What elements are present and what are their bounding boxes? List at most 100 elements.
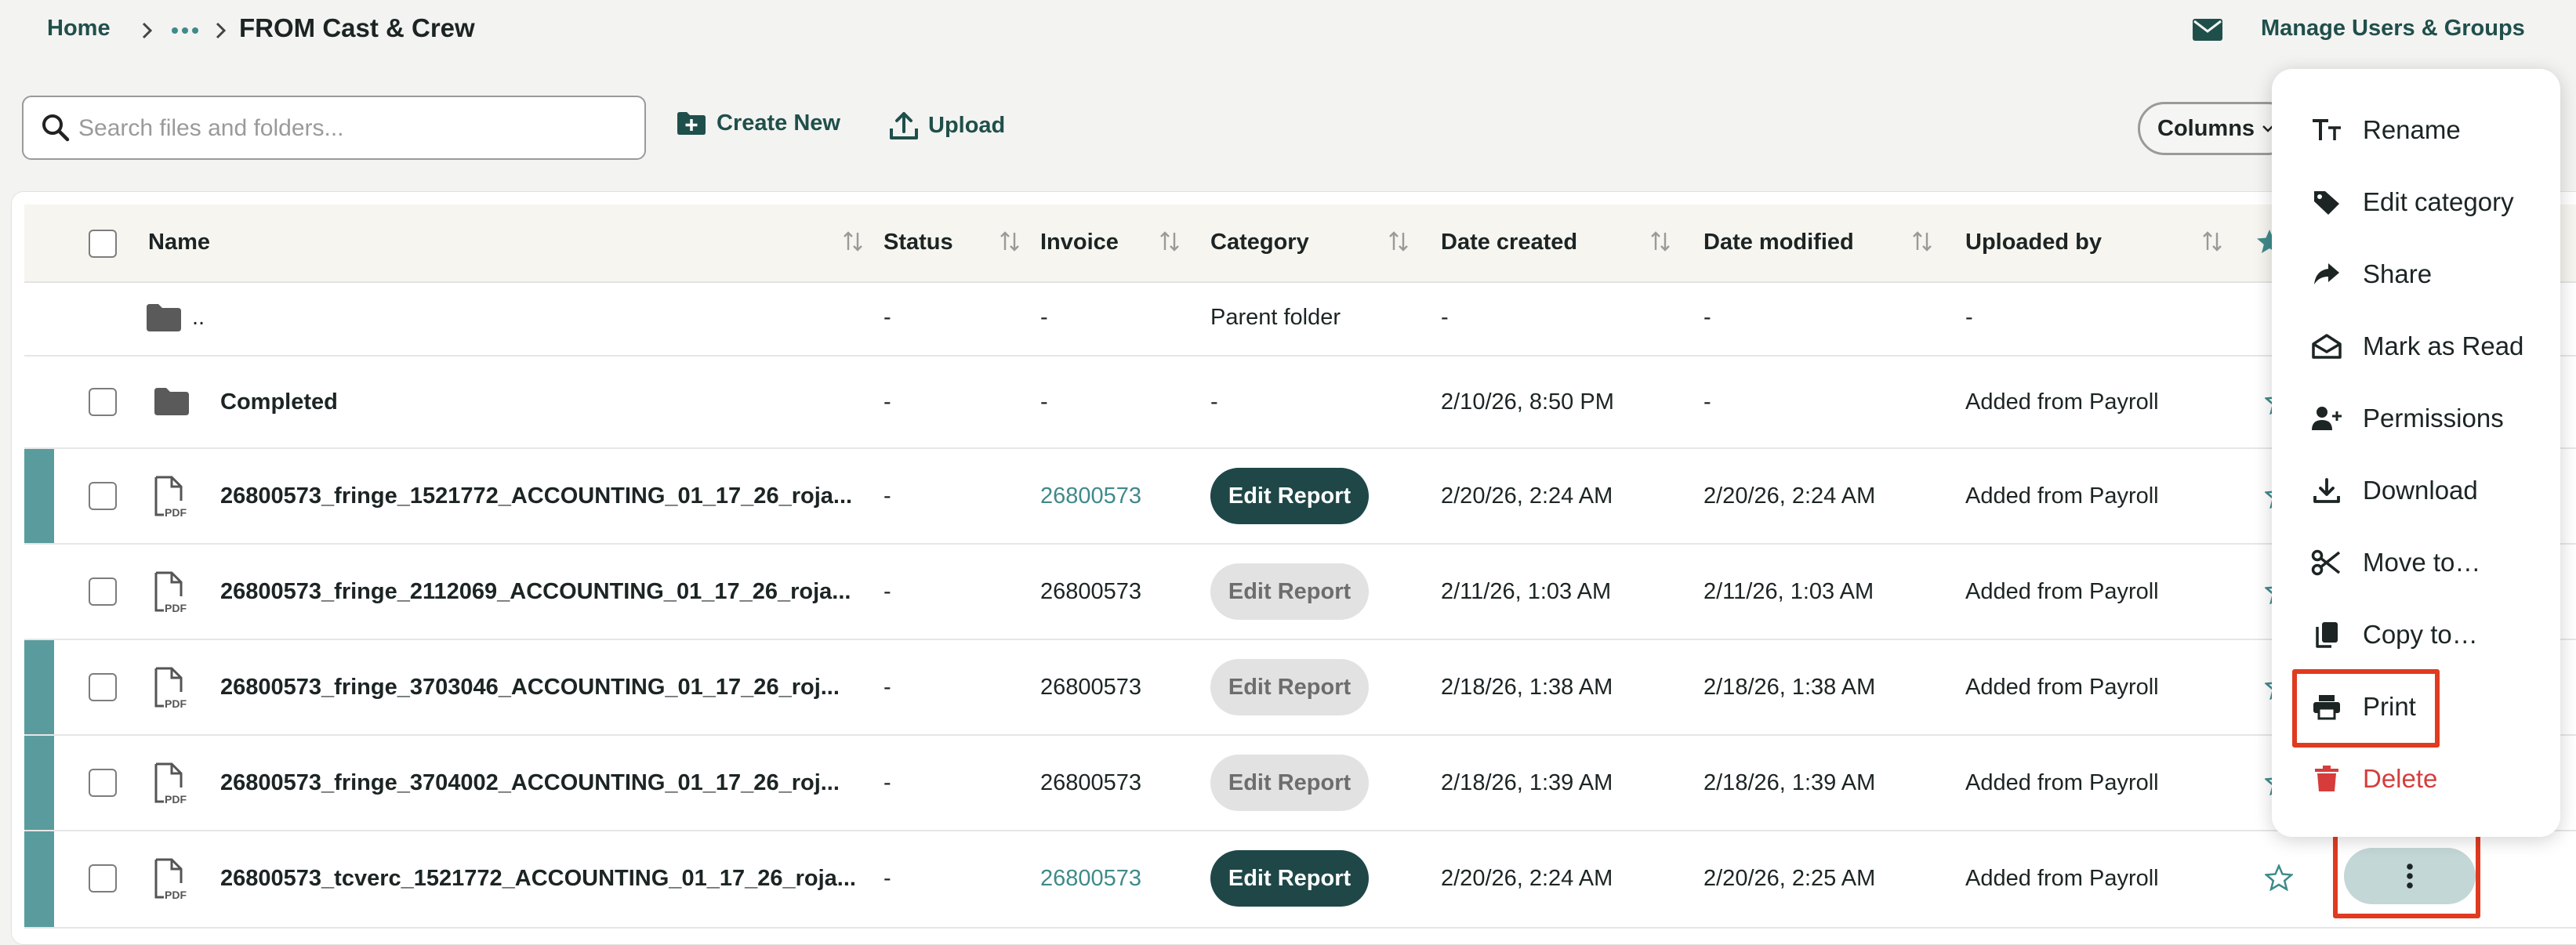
file-name[interactable]: 26800573_fringe_2112069_ACCOUNTING_01_17… xyxy=(220,579,851,605)
cell-date-created: 2/20/26, 2:24 AM xyxy=(1441,866,1613,891)
parent-folder-name[interactable]: .. xyxy=(192,305,205,331)
file-name[interactable]: 26800573_fringe_3703046_ACCOUNTING_01_17… xyxy=(220,675,840,701)
unread-indicator xyxy=(24,449,54,543)
cell-invoice: - xyxy=(1040,389,1048,415)
column-header-date-modified[interactable]: Date modified xyxy=(1703,230,1854,255)
menu-label: Copy to… xyxy=(2363,620,2478,649)
search-box[interactable] xyxy=(22,96,646,160)
upload-label: Upload xyxy=(928,112,1006,138)
menu-item-share[interactable]: Share xyxy=(2311,251,2432,298)
cell-date-created: 2/18/26, 1:39 AM xyxy=(1441,770,1613,795)
svg-text:PDF: PDF xyxy=(165,506,187,518)
search-input[interactable] xyxy=(77,97,629,160)
table-row-parent[interactable]: .. - - Parent folder - - - xyxy=(24,283,2576,357)
star-outline-icon[interactable] xyxy=(2265,864,2293,891)
row-checkbox[interactable] xyxy=(89,578,117,606)
table-row[interactable]: Completed - - - 2/10/26, 8:50 PM - Added… xyxy=(24,357,2576,449)
sort-icon[interactable] xyxy=(1912,230,1932,253)
menu-item-copy-to[interactable]: Copy to… xyxy=(2311,611,2478,658)
invoice-link[interactable]: 26800573 xyxy=(1040,483,1141,509)
edit-report-button[interactable]: Edit Report xyxy=(1210,468,1369,524)
sort-icon[interactable] xyxy=(1000,230,1020,253)
menu-item-download[interactable]: Download xyxy=(2311,467,2478,514)
cell-uploaded-by: Added from Payroll xyxy=(1965,579,2159,604)
menu-item-mark-as-read[interactable]: Mark as Read xyxy=(2311,323,2523,370)
edit-report-button[interactable]: Edit Report xyxy=(1210,850,1369,907)
menu-item-move-to[interactable]: Move to… xyxy=(2311,539,2480,586)
cell-status: - xyxy=(883,305,891,330)
cell-uploaded-by: - xyxy=(1965,305,1973,330)
row-checkbox[interactable] xyxy=(89,864,117,892)
table-row[interactable]: PDF 26800573_fringe_2112069_ACCOUNTING_0… xyxy=(24,545,2576,640)
svg-text:PDF: PDF xyxy=(165,602,187,614)
cell-status: - xyxy=(883,389,891,415)
sort-icon[interactable] xyxy=(1650,230,1671,253)
menu-label: Share xyxy=(2363,259,2433,288)
column-header-invoice[interactable]: Invoice xyxy=(1040,230,1119,255)
more-horizontal-icon[interactable] xyxy=(171,27,199,34)
edit-report-button[interactable]: Edit Report xyxy=(1210,755,1369,811)
cell-date-created: 2/10/26, 8:50 PM xyxy=(1441,389,1614,415)
create-new-button[interactable]: Create New xyxy=(676,110,840,136)
file-name[interactable]: 26800573_fringe_1521772_ACCOUNTING_01_17… xyxy=(220,483,852,509)
row-checkbox[interactable] xyxy=(89,388,117,416)
column-header-date-created[interactable]: Date created xyxy=(1441,230,1577,255)
column-header-name[interactable]: Name xyxy=(148,230,210,255)
mail-icon[interactable] xyxy=(2192,17,2223,42)
menu-item-print[interactable]: Print xyxy=(2311,683,2416,730)
sort-icon[interactable] xyxy=(2202,230,2222,253)
cell-date-modified: 2/18/26, 1:38 AM xyxy=(1703,675,1876,700)
scissors-icon xyxy=(2311,549,2342,576)
cell-date-modified: - xyxy=(1703,305,1711,330)
file-name[interactable]: Completed xyxy=(220,389,338,415)
column-header-uploaded-by[interactable]: Uploaded by xyxy=(1965,230,2102,255)
cell-invoice: - xyxy=(1040,305,1048,330)
menu-item-rename[interactable]: Rename xyxy=(2311,107,2461,154)
column-header-status[interactable]: Status xyxy=(883,230,953,255)
cell-date-created: 2/18/26, 1:38 AM xyxy=(1441,675,1613,700)
search-icon xyxy=(41,113,71,143)
page-title: FROM Cast & Crew xyxy=(239,13,475,42)
row-checkbox[interactable] xyxy=(89,482,117,510)
row-checkbox[interactable] xyxy=(89,673,117,701)
cell-status: - xyxy=(883,483,891,509)
cell-status: - xyxy=(883,675,891,700)
menu-item-permissions[interactable]: Permissions xyxy=(2311,395,2504,442)
file-name[interactable]: 26800573_tcverc_1521772_ACCOUNTING_01_17… xyxy=(220,866,856,892)
table-row[interactable]: PDF 26800573_fringe_3704002_ACCOUNTING_0… xyxy=(24,736,2576,831)
edit-report-button[interactable]: Edit Report xyxy=(1210,659,1369,715)
sort-icon[interactable] xyxy=(1159,230,1180,253)
svg-text:PDF: PDF xyxy=(165,889,187,900)
open-envelope-icon xyxy=(2311,333,2342,360)
pdf-file-icon: PDF xyxy=(151,667,190,709)
upload-button[interactable]: Upload xyxy=(889,110,1005,141)
menu-item-edit-category[interactable]: Edit category xyxy=(2311,179,2514,226)
edit-report-button[interactable]: Edit Report xyxy=(1210,563,1369,620)
file-name[interactable]: 26800573_fringe_3704002_ACCOUNTING_01_17… xyxy=(220,770,840,796)
select-all-checkbox[interactable] xyxy=(89,230,117,258)
menu-item-delete[interactable]: Delete xyxy=(2311,755,2437,802)
column-header-category[interactable]: Category xyxy=(1210,230,1309,255)
table-row[interactable]: PDF 26800573_fringe_1521772_ACCOUNTING_0… xyxy=(24,449,2576,545)
table-row[interactable]: PDF 26800573_fringe_3703046_ACCOUNTING_0… xyxy=(24,640,2576,736)
columns-button[interactable]: Columns xyxy=(2138,102,2295,155)
sort-icon[interactable] xyxy=(843,230,863,253)
menu-label: Move to… xyxy=(2363,548,2481,577)
files-table: Name Status Invoice Category Date create… xyxy=(11,191,2576,945)
cell-date-modified: 2/11/26, 1:03 AM xyxy=(1703,579,1874,604)
sort-icon[interactable] xyxy=(1388,230,1409,253)
invoice-link[interactable]: 26800573 xyxy=(1040,866,1141,892)
row-checkbox[interactable] xyxy=(89,769,117,797)
trash-icon xyxy=(2311,765,2342,793)
table-row[interactable]: PDF 26800573_tcverc_1521772_ACCOUNTING_0… xyxy=(24,831,2576,929)
folder-icon xyxy=(145,302,183,333)
manage-users-groups-link[interactable]: Manage Users & Groups xyxy=(2261,16,2525,42)
svg-text:PDF: PDF xyxy=(165,697,187,709)
cell-invoice: 26800573 xyxy=(1040,770,1142,795)
cell-status: - xyxy=(883,866,891,891)
row-actions-button[interactable] xyxy=(2344,848,2476,904)
breadcrumb-home[interactable]: Home xyxy=(47,16,111,42)
columns-label: Columns xyxy=(2157,115,2255,141)
menu-label: Permissions xyxy=(2363,404,2504,433)
cell-uploaded-by: Added from Payroll xyxy=(1965,483,2159,509)
